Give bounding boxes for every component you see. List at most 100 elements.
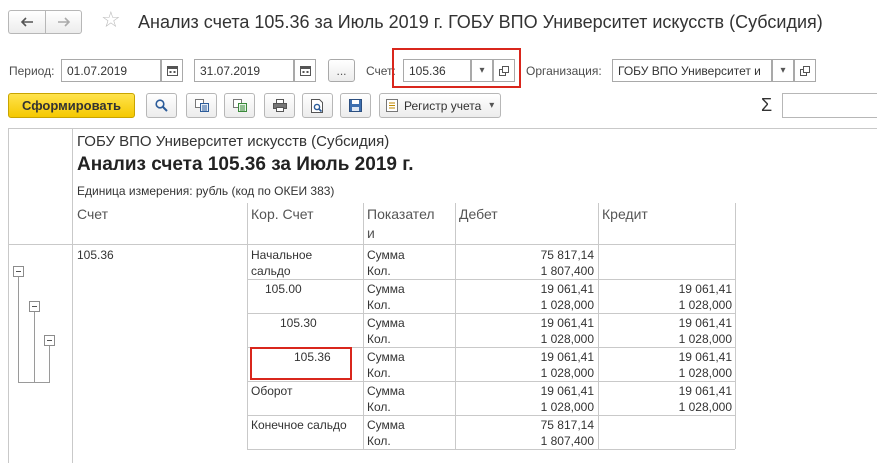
account-cell: 105.36 — [77, 248, 114, 262]
grid-line — [247, 449, 735, 450]
grid-line — [247, 203, 248, 244]
print-icon — [272, 99, 287, 112]
open-icon — [800, 65, 810, 76]
debit-cell: 1 028,000 — [540, 400, 594, 414]
sum-icon: Σ — [761, 95, 773, 115]
corr-highlight-frame — [250, 347, 352, 380]
debit-cell: 75 817,14 — [540, 418, 594, 432]
credit-cell: 1 028,000 — [678, 332, 732, 346]
organization-label: Организация: — [526, 64, 602, 78]
expand-groups-button[interactable] — [186, 93, 217, 118]
dropdown-icon: ▾ — [489, 100, 495, 111]
corr-cell: сальдо — [251, 264, 291, 278]
indicator-cell: Сумма — [367, 316, 405, 330]
credit-cell: 19 061,41 — [678, 384, 732, 398]
credit-cell: 19 061,41 — [678, 282, 732, 296]
back-button[interactable] — [8, 10, 45, 34]
date-from-calendar-button[interactable] — [161, 59, 183, 82]
indicator-cell: Сумма — [367, 350, 405, 364]
indicator-cell: Кол. — [367, 366, 391, 380]
grid-line — [247, 415, 735, 416]
column-header-credit: Кредит — [602, 206, 648, 222]
column-header-account: Счет — [77, 206, 108, 222]
period-select-button[interactable]: ... — [328, 59, 355, 82]
report-heading: Анализ счета 105.36 за Июль 2019 г. — [77, 154, 414, 175]
indicator-cell: Кол. — [367, 264, 391, 278]
organization-field[interactable]: ГОБУ ВПО Университет и — [612, 59, 772, 82]
indicator-cell: Кол. — [367, 332, 391, 346]
corr-cell: Конечное сальдо — [251, 418, 347, 432]
copy-icon — [232, 99, 247, 112]
tree-line — [34, 312, 35, 383]
back-arrow-icon — [20, 17, 33, 27]
credit-cell: 1 028,000 — [678, 298, 732, 312]
grid-line — [9, 244, 735, 245]
column-header-indicator: Показател — [367, 206, 435, 222]
collapse-icon[interactable] — [44, 335, 55, 346]
window-title: Анализ счета 105.36 за Июль 2019 г. ГОБУ… — [138, 12, 823, 32]
date-to-field[interactable]: 31.07.2019 — [194, 59, 294, 82]
register-button[interactable]: Регистр учета ▾ — [379, 93, 502, 118]
save-button[interactable] — [340, 93, 371, 118]
debit-cell: 19 061,41 — [540, 350, 594, 364]
credit-cell: 19 061,41 — [678, 350, 732, 364]
indicator-cell: Кол. — [367, 434, 391, 448]
forward-button[interactable] — [45, 10, 82, 34]
organization-dropdown-button[interactable]: ▾ — [772, 59, 794, 82]
search-icon — [155, 99, 168, 112]
calendar-icon — [166, 66, 178, 76]
organization-open-button[interactable] — [794, 59, 816, 82]
grid-line — [735, 244, 736, 449]
print-button[interactable] — [264, 93, 295, 118]
column-header-indicator-wrap: и — [367, 225, 375, 241]
grid-line — [247, 381, 735, 382]
grid-line — [363, 203, 364, 244]
tree-line — [18, 277, 19, 383]
register-icon — [386, 99, 398, 112]
window-titlebar: ☆ Анализ счета 105.36 за Июль 2019 г. ГО… — [0, 0, 877, 48]
preview-icon — [311, 98, 323, 113]
grid-line — [455, 203, 456, 244]
corr-cell: 105.00 — [265, 282, 302, 296]
debit-cell: 1 028,000 — [540, 298, 594, 312]
debit-cell: 19 061,41 — [540, 384, 594, 398]
copy-icon — [194, 99, 209, 112]
generate-button[interactable]: Сформировать — [8, 93, 135, 118]
sum-field[interactable] — [782, 93, 877, 118]
debit-cell: 75 817,14 — [540, 248, 594, 262]
credit-cell: 1 028,000 — [678, 400, 732, 414]
report-spreadsheet[interactable]: ГОБУ ВПО Университет искусств (Субсидия)… — [8, 128, 877, 463]
favorite-star-icon[interactable]: ☆ — [101, 9, 121, 31]
date-from-field[interactable]: 01.07.2019 — [61, 59, 161, 82]
tree-line — [49, 346, 50, 383]
grid-line — [598, 203, 599, 244]
navigation-buttons — [8, 10, 82, 34]
credit-cell: 1 028,000 — [678, 366, 732, 380]
period-label: Период: — [9, 64, 55, 78]
collapse-icon[interactable] — [29, 301, 40, 312]
indicator-cell: Сумма — [367, 384, 405, 398]
grid-line — [247, 279, 735, 280]
indicator-cell: Кол. — [367, 298, 391, 312]
date-to-calendar-button[interactable] — [294, 59, 316, 82]
find-button[interactable] — [146, 93, 177, 118]
preview-button[interactable] — [302, 93, 333, 118]
report-org-name: ГОБУ ВПО Университет искусств (Субсидия) — [77, 133, 390, 150]
debit-cell: 19 061,41 — [540, 282, 594, 296]
column-header-corr: Кор. Счет — [251, 206, 314, 222]
register-button-label: Регистр учета — [404, 98, 482, 113]
debit-cell: 1 807,400 — [540, 434, 594, 448]
credit-cell: 19 061,41 — [678, 316, 732, 330]
tree-line — [18, 382, 50, 383]
column-header-debit: Дебет — [459, 206, 498, 222]
collapse-icon[interactable] — [13, 266, 24, 277]
grid-line — [72, 129, 73, 463]
collapse-groups-button[interactable] — [224, 93, 255, 118]
indicator-cell: Сумма — [367, 248, 405, 262]
account-highlight-frame — [392, 48, 521, 88]
debit-cell: 19 061,41 — [540, 316, 594, 330]
indicator-cell: Сумма — [367, 418, 405, 432]
command-bar: Сформировать Регистр учета ▾ Σ — [0, 93, 877, 119]
grid-line — [735, 203, 736, 244]
report-unit-note: Единица измерения: рубль (код по ОКЕИ 38… — [77, 184, 335, 198]
